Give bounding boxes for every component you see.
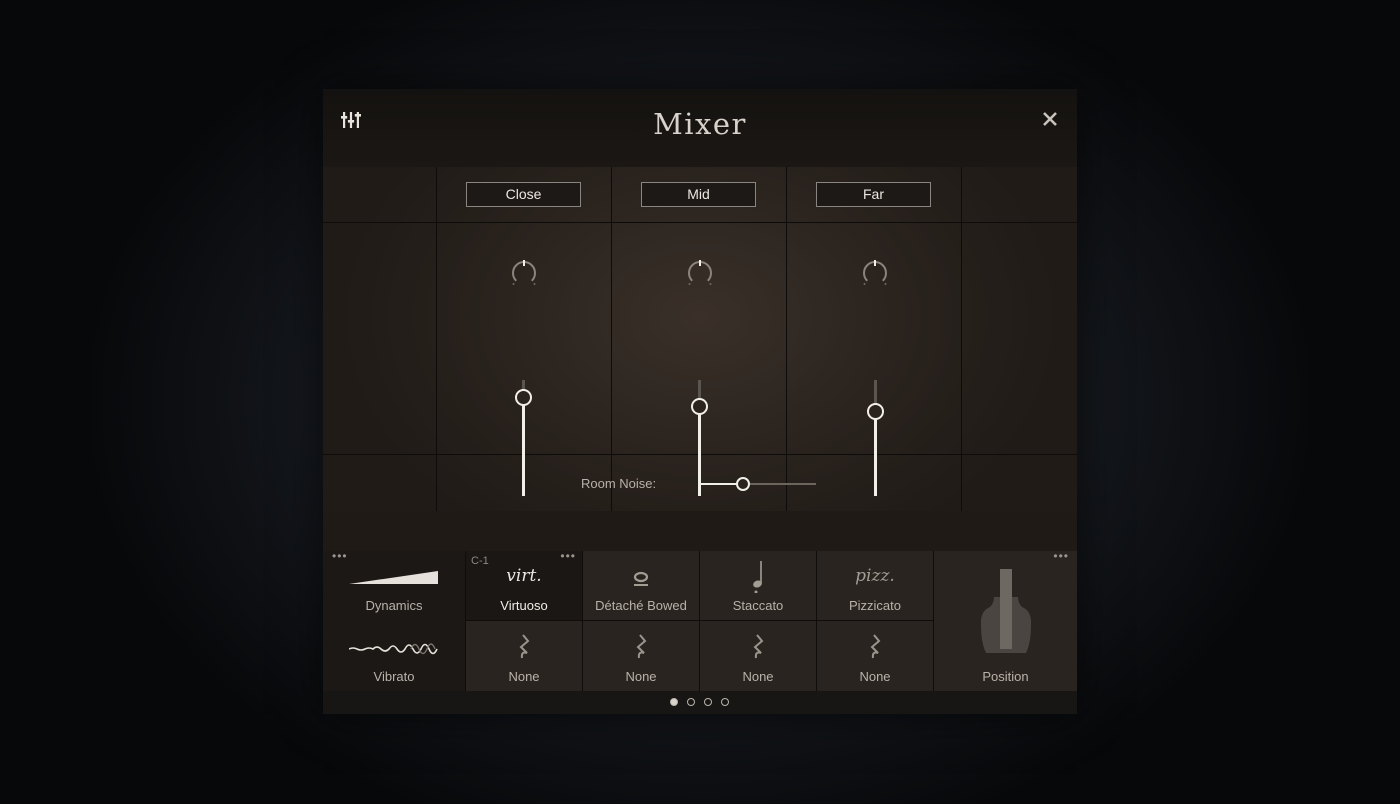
articulation-slot-5[interactable]: None [466, 621, 582, 691]
virtuoso-menu-icon[interactable]: ••• [560, 550, 576, 562]
vibrato-label: Vibrato [373, 669, 415, 684]
slot-5-label: None [508, 669, 540, 684]
slot-8-label: None [859, 669, 891, 684]
room-noise-label: Room Noise: [581, 476, 657, 491]
staccato-note-icon [753, 561, 762, 593]
channel-mid-button[interactable]: Mid [641, 182, 756, 207]
pizzicato-glyph: pizz. [855, 566, 895, 586]
rest-icon [870, 634, 881, 659]
dynamics-label: Dynamics [365, 598, 423, 613]
room-noise-slider[interactable] [699, 477, 816, 491]
pizzicato-label: Pizzicato [848, 598, 902, 613]
page-dot-3[interactable] [704, 698, 712, 706]
cello-body-icon [980, 569, 1032, 653]
close-icon[interactable] [1039, 108, 1061, 130]
dynamics-ramp-icon[interactable] [349, 570, 439, 585]
fader-mid[interactable] [691, 380, 708, 496]
virtuoso-label: Virtuoso [500, 598, 548, 613]
articulation-panel: ••• Dynamics Vibrato C-1 ••• virt. Virtu… [323, 550, 1077, 691]
articulation-slot-6[interactable]: None [583, 621, 699, 691]
channel-far-button[interactable]: Far [816, 182, 931, 207]
staccato-label: Staccato [732, 598, 784, 613]
pan-knob-mid[interactable] [686, 259, 714, 287]
page-indicator [323, 691, 1077, 714]
dynamics-menu-icon[interactable]: ••• [332, 550, 348, 562]
page-title: Mixer [653, 107, 747, 141]
detache-bowed-label: Détaché Bowed [595, 598, 687, 613]
fader-thumb-close[interactable] [515, 388, 532, 406]
fader-thumb-mid[interactable] [691, 397, 708, 415]
articulation-slot-7[interactable]: None [700, 621, 816, 691]
fader-close[interactable] [515, 380, 532, 496]
fader-thumb-far[interactable] [867, 402, 884, 420]
rest-icon [636, 634, 647, 659]
position-control[interactable]: ••• Position [934, 550, 1077, 691]
divider-strip [323, 511, 1077, 552]
pan-knob-close[interactable] [510, 259, 538, 287]
rest-icon [753, 634, 764, 659]
virtuoso-glyph: virt. [506, 566, 542, 586]
articulation-staccato[interactable]: Staccato [700, 551, 816, 620]
articulation-pizzicato[interactable]: pizz. Pizzicato [817, 551, 933, 620]
rest-icon [519, 634, 530, 659]
bowed-note-icon [633, 571, 649, 586]
mixer-header: Mixer [323, 89, 1077, 168]
page-dot-4[interactable] [721, 698, 729, 706]
mixer-panel: Mixer Close Mid Far Room Noise: ••• Dyna… [323, 89, 1077, 714]
slot-6-label: None [625, 669, 657, 684]
articulation-slot-8[interactable]: None [817, 621, 933, 691]
page-dot-1[interactable] [670, 698, 678, 706]
fader-far[interactable] [867, 380, 884, 496]
channel-grid: Close Mid Far Room Noise: [323, 167, 1077, 511]
room-noise-thumb[interactable] [736, 477, 750, 491]
articulation-virtuoso[interactable]: C-1 ••• virt. Virtuoso [466, 550, 582, 620]
channel-close-button[interactable]: Close [466, 182, 581, 207]
position-menu-icon[interactable]: ••• [1053, 550, 1069, 562]
slot-7-label: None [742, 669, 774, 684]
expression-controls: ••• Dynamics Vibrato [323, 550, 465, 691]
vibrato-wave-icon[interactable] [349, 639, 439, 657]
articulation-detache-bowed[interactable]: Détaché Bowed [583, 551, 699, 620]
page-dot-2[interactable] [687, 698, 695, 706]
position-label: Position [982, 669, 1029, 684]
pan-knob-far[interactable] [861, 259, 889, 287]
